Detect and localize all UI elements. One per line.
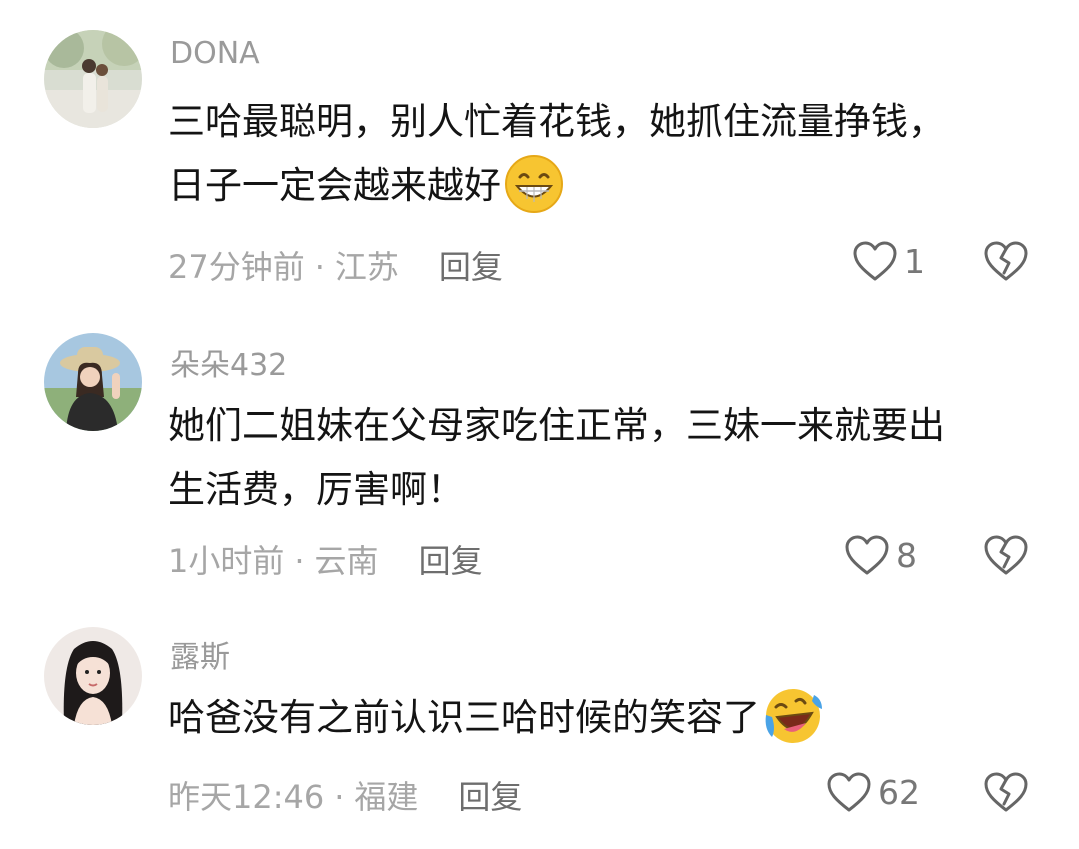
reply-button[interactable]: 回复 [439,248,503,286]
grinning-face-icon [503,153,565,215]
like-button[interactable]: 1 [852,240,925,282]
broken-heart-icon [984,772,1028,812]
location: 江苏 [334,248,399,286]
separator-dot: · [294,542,305,580]
laughing-crying-face-icon [762,685,824,747]
comment-list: DONA 三哈最聪明，别人忙着花钱，她抓住流量挣钱， 日子一定会越来越好 27分… [0,0,1079,849]
comment-item: 朵朵432 她们二姐妹在父母家吃住正常，三妹一来就要出 生活费，厉害啊！ 1小时… [0,300,1079,600]
heart-icon [845,535,889,575]
location: 福建 [354,778,419,816]
like-button[interactable]: 8 [844,534,917,576]
comment-text-line: 哈爸没有之前认识三哈时候的笑容了 [168,686,1048,751]
comment-text: 她们二姐妹在父母家吃住正常，三妹一来就要出 生活费，厉害啊！ [168,394,1048,522]
like-button[interactable]: 62 [826,771,920,813]
dislike-button[interactable] [983,240,1029,282]
like-count: 62 [878,772,920,812]
like-count: 1 [904,241,925,281]
comment-text-segment: 哈爸没有之前认识三哈时候的笑容了 [168,696,760,739]
comment-text-line: 三哈最聪明，别人忙着花钱，她抓住流量挣钱， [168,100,945,143]
heart-icon [853,241,897,281]
comment-item: DONA 三哈最聪明，别人忙着花钱，她抓住流量挣钱， 日子一定会越来越好 27分… [0,0,1079,300]
separator-dot: · [314,248,325,286]
username[interactable]: 朵朵432 [170,340,287,384]
comment-meta: 昨天12:46 · 福建 回复 [168,772,522,818]
comment-meta: 27分钟前 · 江苏 回复 [168,242,503,288]
broken-heart-icon [984,241,1028,281]
timestamp: 1小时前 [168,542,285,580]
avatar[interactable] [44,627,142,725]
like-count: 8 [896,535,917,575]
reply-button[interactable]: 回复 [419,542,483,580]
comment-item: 露斯 哈爸没有之前认识三哈时候的笑容了 昨天12:46 · 福建 回复 62 [0,600,1079,849]
avatar[interactable] [44,30,142,128]
comment-text-line: 日子一定会越来越好 [168,154,1048,219]
avatar[interactable] [44,333,142,431]
reply-button[interactable]: 回复 [458,778,522,816]
comment-text-line: 生活费，厉害啊！ [168,468,464,511]
comment-text: 哈爸没有之前认识三哈时候的笑容了 [168,686,1048,751]
separator-dot: · [334,778,345,816]
comment-text-segment: 日子一定会越来越好 [168,164,501,207]
location: 云南 [314,542,379,580]
username[interactable]: DONA [170,36,260,71]
broken-heart-icon [984,535,1028,575]
comment-text-line: 她们二姐妹在父母家吃住正常，三妹一来就要出 [168,404,945,447]
comment-text: 三哈最聪明，别人忙着花钱，她抓住流量挣钱， 日子一定会越来越好 [168,90,1048,219]
dislike-button[interactable] [983,534,1029,576]
timestamp: 27分钟前 [168,248,305,286]
username[interactable]: 露斯 [170,632,230,676]
comment-meta: 1小时前 · 云南 回复 [168,536,483,582]
heart-icon [827,772,871,812]
dislike-button[interactable] [983,771,1029,813]
timestamp: 昨天12:46 [168,778,325,816]
